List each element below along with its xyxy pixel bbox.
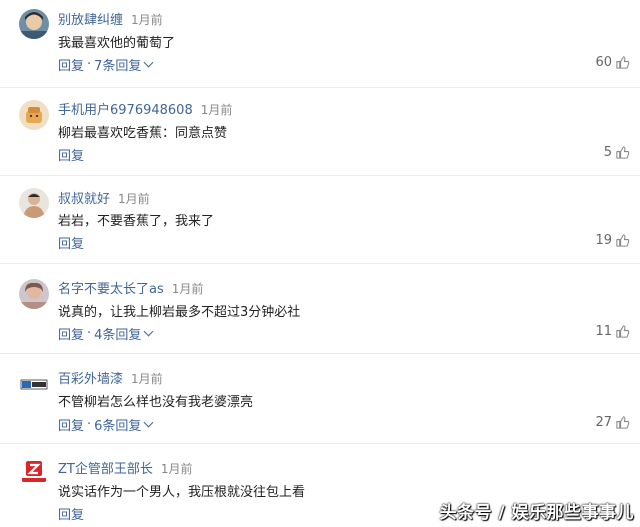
comment-username[interactable]: 叔叔就好 [58, 188, 110, 207]
comment-time: 1月前 [171, 282, 204, 296]
like-count: 5 [603, 145, 612, 160]
comment-text: 柳岩最喜欢吃香蕉：同意点赞 [58, 126, 228, 141]
reply-button[interactable]: 回复 [58, 145, 84, 164]
avatar[interactable] [19, 188, 49, 218]
watermark: 头条号 / 娱乐那些事事儿 [439, 503, 634, 523]
like-count: 60 [595, 55, 612, 70]
thumbs-up-icon[interactable] [615, 145, 630, 160]
comment-time: 1月前 [131, 372, 163, 386]
comment-time: 1月前 [118, 192, 150, 206]
avatar[interactable] [19, 279, 49, 309]
comment-list: 别放肆纠缠 1月前 我最喜欢他的葡萄了 回复 · 7条回复 60 手机用户697… [0, 0, 640, 527]
comment-text: 岩岩，不要香蕉了，我来了 [58, 214, 215, 229]
view-replies-button[interactable]: 7条回复 [94, 55, 141, 74]
comment-text: 不管柳岩怎么样也没有我老婆漂亮 [58, 395, 254, 410]
like-count: 11 [595, 324, 612, 339]
chevron-down-icon[interactable] [143, 57, 154, 68]
separator-dot: · [87, 417, 92, 432]
like-count: 27 [595, 415, 612, 430]
comment-time: 1月前 [200, 103, 233, 117]
separator-dot: · [87, 326, 92, 341]
chevron-down-icon[interactable] [143, 326, 154, 337]
thumbs-up-icon[interactable] [615, 55, 630, 70]
comment-username[interactable]: 别放肆纠缠 [58, 9, 123, 28]
comment-time: 1月前 [131, 13, 163, 27]
comment-item: 名字不要太长了as 1月前 说真的，让我上柳岩最多不超过3分钟必社 回复 · 4… [0, 264, 640, 354]
reply-button[interactable]: 回复 [58, 233, 84, 252]
thumbs-up-icon[interactable] [615, 233, 630, 248]
comment-time: 1月前 [160, 462, 193, 476]
chevron-down-icon[interactable] [143, 417, 154, 428]
reply-button[interactable]: 回复 [58, 504, 84, 523]
comment-text: 说实话作为一个男人，我压根就没往包上看 [58, 485, 306, 500]
avatar[interactable] [19, 457, 49, 487]
view-replies-button[interactable]: 6条回复 [94, 415, 141, 434]
separator-dot: · [87, 57, 92, 72]
avatar[interactable] [19, 100, 49, 130]
reply-button[interactable]: 回复 [58, 324, 84, 343]
comment-username[interactable]: 手机用户6976948608 [58, 99, 193, 118]
avatar[interactable] [19, 9, 49, 39]
thumbs-up-icon[interactable] [615, 324, 630, 339]
avatar[interactable] [19, 369, 49, 399]
comment-text: 我最喜欢他的葡萄了 [58, 36, 176, 51]
comment-username[interactable]: 百彩外墙漆 [58, 368, 123, 387]
comment-item: 叔叔就好 1月前 岩岩，不要香蕉了，我来了 回复 19 [0, 176, 640, 264]
view-replies-button[interactable]: 4条回复 [94, 324, 141, 343]
comment-username[interactable]: 名字不要太长了as [58, 278, 164, 297]
comment-item: 别放肆纠缠 1月前 我最喜欢他的葡萄了 回复 · 7条回复 60 [0, 0, 640, 88]
comment-item: 手机用户6976948608 1月前 柳岩最喜欢吃香蕉：同意点赞 回复 5 [0, 88, 640, 176]
comment-username[interactable]: ZT企管部王部长 [58, 458, 153, 477]
comment-item: 百彩外墙漆 1月前 不管柳岩怎么样也没有我老婆漂亮 回复 · 6条回复 27 [0, 354, 640, 444]
reply-button[interactable]: 回复 [58, 415, 84, 434]
like-count: 19 [595, 233, 612, 248]
thumbs-up-icon[interactable] [615, 415, 630, 430]
comment-text: 说真的，让我上柳岩最多不超过3分钟必社 [58, 305, 301, 320]
reply-button[interactable]: 回复 [58, 55, 84, 74]
